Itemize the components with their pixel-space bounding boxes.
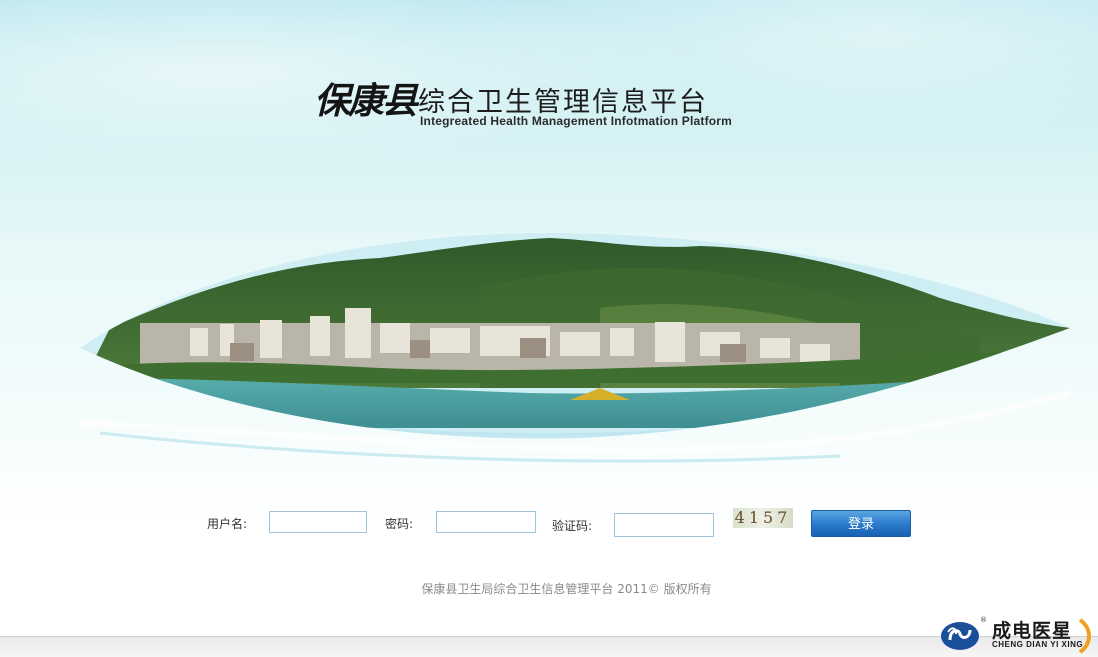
username-input[interactable]: [269, 511, 367, 533]
status-bar: [0, 636, 1098, 657]
login-button[interactable]: 登录: [811, 510, 911, 537]
vendor-name-en: CHENG DIAN YI XING: [992, 640, 1084, 649]
captcha-label: 验证码:: [552, 519, 593, 533]
city-panorama-image: [80, 233, 1070, 463]
vendor-logo-swoosh-icon: [1078, 618, 1091, 654]
brand-calligraphy: 保康县: [314, 80, 418, 122]
vendor-name-cn: 成电医星: [992, 620, 1073, 642]
login-form: 用户名: 密码: 验证码: 4157 登录: [0, 508, 1098, 544]
vendor-logo-icon: [941, 622, 979, 650]
registered-mark: ®: [980, 616, 987, 624]
page-title-block: 保康县 综合卫生管理信息平台 Integreated Health Manage…: [314, 72, 754, 132]
captcha-input[interactable]: [614, 513, 714, 537]
password-input[interactable]: [436, 511, 536, 533]
copyright-text: 保康县卫生局综合卫生信息管理平台 2011© 版权所有: [421, 582, 712, 596]
captcha-image[interactable]: 4157: [733, 508, 793, 528]
page-subtitle-en: Integreated Health Management Infotmatio…: [420, 114, 733, 128]
vendor-logo: ® 成电医星 CHENG DIAN YI XING: [940, 614, 1096, 656]
username-label: 用户名:: [207, 517, 248, 531]
password-label: 密码:: [385, 517, 414, 531]
